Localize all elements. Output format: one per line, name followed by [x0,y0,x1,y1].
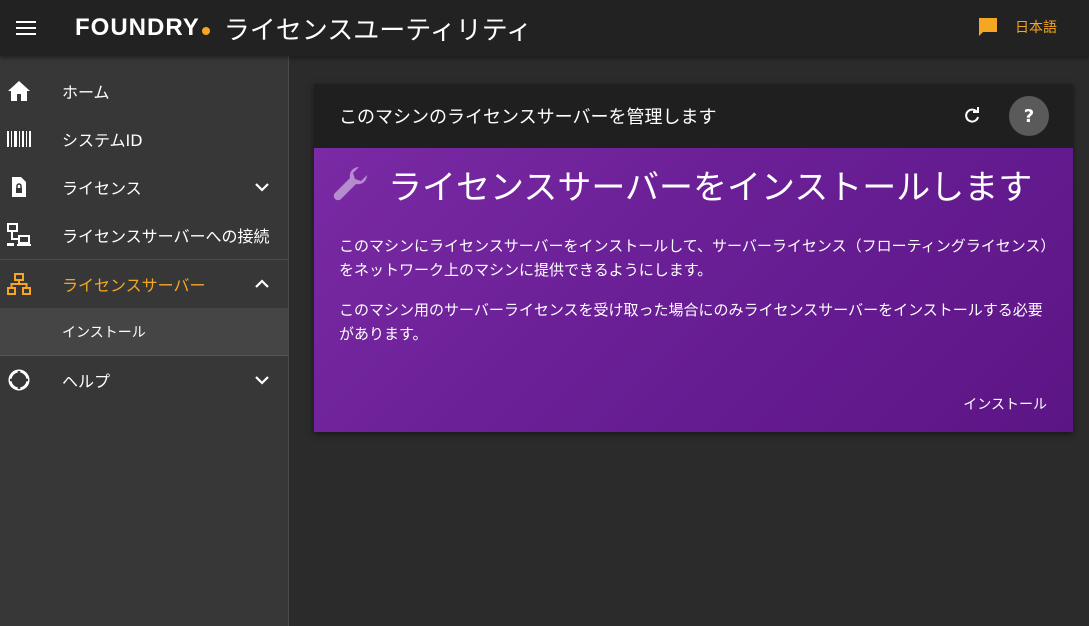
chevron-down-icon [255,183,269,192]
card-header: このマシンのライセンスサーバーを管理します ? [314,84,1073,148]
sidebar-item-label: システムID [62,131,143,150]
sidebar-item-license[interactable]: ライセンス [0,163,288,211]
main-content: このマシンのライセンスサーバーを管理します ? ライセンスサーバーをインストール… [290,56,1089,626]
menu-button[interactable] [0,0,52,56]
sidebar: ホーム システムID ライセンス ライセンスサーバーへの接続 ライセンスサーバー… [0,56,289,626]
hamburger-icon [16,21,36,35]
sidebar-item-system-id[interactable]: システムID [0,115,288,163]
language-label: 日本語 [1015,20,1057,36]
sidebar-subitem-install[interactable]: インストール [0,308,288,356]
sidebar-item-home[interactable]: ホーム [0,67,288,115]
sidebar-subitem-label: インストール [62,324,146,341]
lifebuoy-icon [6,368,32,392]
sidebar-item-label: ライセンス [62,179,142,198]
foundry-logo: FOUNDRY [75,14,210,42]
network-connect-icon [6,223,32,247]
license-file-icon [6,175,32,199]
description-paragraph-2: このマシン用のサーバーライセンスを受け取った場合にのみライセンスサーバーをインス… [339,301,1043,343]
refresh-icon[interactable] [962,106,982,126]
sidebar-item-label: ライセンスサーバー [62,276,206,295]
sidebar-item-label: ホーム [62,83,110,102]
description-paragraph-1: このマシンにライセンスサーバーをインストールして、サーバーライセンス（フローティ… [339,237,1048,279]
home-icon [6,79,32,103]
chat-bubble-icon [979,18,997,36]
barcode-icon [6,127,32,151]
card-body: ライセンスサーバーをインストールします このマシンにライセンスサーバーをインスト… [314,148,1073,432]
logo-dot [201,27,210,35]
chevron-down-icon [255,376,269,385]
license-server-card: このマシンのライセンスサーバーを管理します ? ライセンスサーバーをインストール… [314,84,1073,432]
server-tree-icon [6,272,32,296]
app-header: FOUNDRY ライセンスユーティリティ 日本語 [0,0,1089,56]
sidebar-item-label: ヘルプ [62,372,111,391]
app-title: ライセンスユーティリティ [223,15,533,46]
hero-title: ライセンスサーバーをインストールします [388,168,1033,208]
language-selector[interactable]: 日本語 [977,16,1057,38]
sidebar-item-help[interactable]: ヘルプ [0,356,288,404]
card-header-title: このマシンのライセンスサーバーを管理します [339,107,717,128]
sidebar-item-license-server[interactable]: ライセンスサーバー [0,260,288,308]
sidebar-item-server-connection[interactable]: ライセンスサーバーへの接続 [0,211,288,259]
install-button[interactable]: インストール [963,394,1047,414]
wrench-icon [333,166,368,201]
help-button[interactable]: ? [1009,96,1049,136]
chevron-up-icon [255,279,269,288]
sidebar-item-label: ライセンスサーバーへの接続 [62,227,270,246]
